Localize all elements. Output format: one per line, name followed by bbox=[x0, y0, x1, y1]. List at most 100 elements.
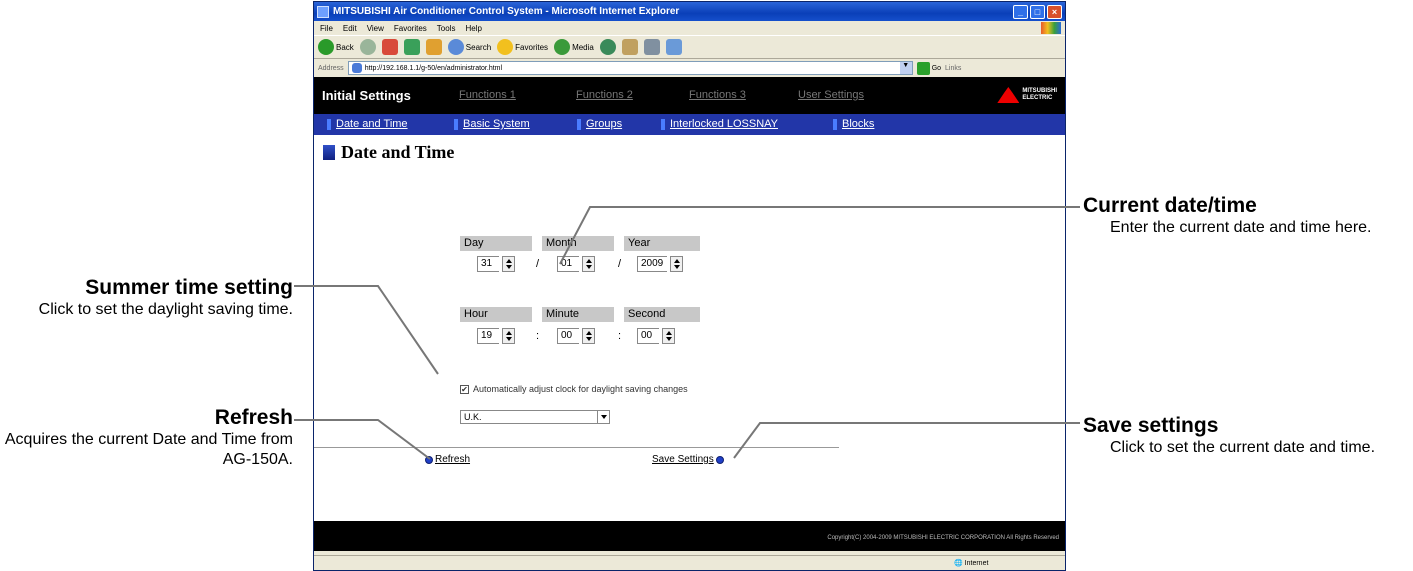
callout-description: Enter the current date and time here. bbox=[1110, 219, 1372, 236]
refresh-link[interactable]: Refresh bbox=[425, 454, 470, 465]
minute-stepper[interactable]: 00 bbox=[557, 328, 595, 344]
main-nav: Initial Settings Functions 1 Functions 2… bbox=[314, 77, 1065, 114]
callout-description: Click to set the daylight saving time. bbox=[38, 301, 293, 318]
subtab-basic-system[interactable]: Basic System bbox=[454, 118, 530, 130]
go-button[interactable]: Go bbox=[916, 61, 941, 75]
save-settings-link[interactable]: Save Settings bbox=[652, 454, 724, 465]
month-value[interactable]: 01 bbox=[557, 256, 579, 272]
favorites-button[interactable]: Favorites bbox=[497, 39, 548, 55]
callout-summer-time: Summer time setting Click to set the day… bbox=[0, 276, 293, 320]
copyright-footer: Copyright(C) 2004-2009 MITSUBISHI ELECTR… bbox=[314, 521, 1065, 551]
edit-button[interactable] bbox=[665, 39, 682, 55]
day-stepper[interactable]: 31 bbox=[477, 256, 515, 272]
spinner-icon[interactable] bbox=[662, 328, 675, 344]
dst-checkbox-row[interactable]: ✔ Automatically adjust clock for dayligh… bbox=[460, 384, 688, 394]
dst-region-select[interactable]: U.K. bbox=[460, 410, 610, 424]
subtab-blocks[interactable]: Blocks bbox=[833, 118, 874, 130]
tab-functions-1[interactable]: Functions 1 bbox=[459, 89, 516, 101]
spinner-icon[interactable] bbox=[582, 256, 595, 272]
callout-title: Summer time setting bbox=[85, 276, 293, 299]
stop-button[interactable] bbox=[381, 39, 398, 55]
callout-title: Refresh bbox=[214, 406, 293, 429]
spinner-icon[interactable] bbox=[670, 256, 683, 272]
dst-region-value: U.K. bbox=[464, 412, 482, 422]
page-icon bbox=[351, 63, 362, 73]
media-button[interactable]: Media bbox=[554, 39, 594, 55]
hour-header: Hour bbox=[460, 307, 532, 322]
chevron-down-icon[interactable]: ▼ bbox=[899, 62, 912, 74]
dst-checkbox[interactable]: ✔ bbox=[460, 384, 469, 394]
dst-label: Automatically adjust clock for daylight … bbox=[473, 384, 688, 394]
minute-value[interactable]: 00 bbox=[557, 328, 579, 344]
day-header: Day bbox=[460, 236, 532, 251]
subtab-groups[interactable]: Groups bbox=[577, 118, 622, 130]
close-button[interactable]: × bbox=[1047, 4, 1062, 19]
mail-button[interactable] bbox=[621, 39, 638, 55]
callout-title: Save settings bbox=[1083, 414, 1219, 437]
hour-stepper[interactable]: 19 bbox=[477, 328, 515, 344]
sub-nav: Date and Time Basic System Groups Interl… bbox=[314, 114, 1065, 135]
menu-edit[interactable]: Edit bbox=[343, 24, 357, 33]
spinner-icon[interactable] bbox=[582, 328, 595, 344]
address-label: Address bbox=[318, 64, 344, 72]
menu-file[interactable]: File bbox=[320, 24, 333, 33]
tab-functions-3[interactable]: Functions 3 bbox=[689, 89, 746, 101]
menu-help[interactable]: Help bbox=[465, 24, 481, 33]
menu-tools[interactable]: Tools bbox=[437, 24, 456, 33]
internet-zone: 🌐 Internet bbox=[954, 560, 989, 567]
search-button[interactable]: Search bbox=[447, 39, 491, 55]
day-value[interactable]: 31 bbox=[477, 256, 499, 272]
title-square-icon bbox=[323, 145, 335, 160]
tab-initial-settings[interactable]: Initial Settings bbox=[322, 88, 458, 103]
month-header: Month bbox=[542, 236, 614, 251]
ie-icon bbox=[317, 5, 329, 18]
month-stepper[interactable]: 01 bbox=[557, 256, 595, 272]
year-header: Year bbox=[624, 236, 700, 251]
status-bar: 🌐 Internet bbox=[314, 555, 1065, 570]
time-separator: : bbox=[536, 330, 540, 342]
bullet-icon bbox=[715, 455, 724, 464]
browser-window: MITSUBISHI Air Conditioner Control Syste… bbox=[313, 1, 1066, 571]
bullet-icon bbox=[425, 455, 433, 464]
page-title: Date and Time bbox=[323, 142, 1065, 163]
spinner-icon[interactable] bbox=[502, 256, 515, 272]
time-separator: : bbox=[618, 330, 622, 342]
hour-value[interactable]: 19 bbox=[477, 328, 499, 344]
callout-description: Click to set the current date and time. bbox=[1110, 439, 1376, 456]
menu-view[interactable]: View bbox=[367, 24, 384, 33]
windows-logo-icon bbox=[1041, 22, 1061, 34]
date-separator: / bbox=[618, 258, 622, 270]
tab-user-settings[interactable]: User Settings bbox=[798, 89, 864, 101]
spinner-icon[interactable] bbox=[502, 328, 515, 344]
url-text: http://192.168.1.1/g-50/en/administrator… bbox=[364, 64, 503, 72]
minute-header: Minute bbox=[542, 307, 614, 322]
refresh-browser-button[interactable] bbox=[403, 39, 420, 55]
subtab-date-and-time[interactable]: Date and Time bbox=[327, 118, 408, 130]
subtab-interlocked-lossnay[interactable]: Interlocked LOSSNAY bbox=[661, 118, 778, 130]
print-button[interactable] bbox=[643, 39, 660, 55]
callout-title: Current date/time bbox=[1083, 194, 1257, 217]
media-icon bbox=[554, 39, 571, 55]
links-button[interactable]: Links bbox=[945, 65, 961, 72]
maximize-button[interactable]: □ bbox=[1030, 4, 1045, 19]
callout-description: Acquires the current Date and Time from … bbox=[4, 431, 293, 468]
back-button[interactable]: Back bbox=[318, 39, 354, 55]
tab-functions-2[interactable]: Functions 2 bbox=[576, 89, 633, 101]
year-value[interactable]: 2009 bbox=[637, 256, 667, 272]
address-bar: Address http://192.168.1.1/g-50/en/admin… bbox=[314, 59, 1065, 77]
divider bbox=[314, 447, 839, 448]
minimize-button[interactable]: _ bbox=[1013, 4, 1028, 19]
back-arrow-icon bbox=[318, 39, 334, 55]
web-page: Initial Settings Functions 1 Functions 2… bbox=[314, 77, 1065, 551]
second-stepper[interactable]: 00 bbox=[637, 328, 675, 344]
second-value[interactable]: 00 bbox=[637, 328, 659, 344]
year-stepper[interactable]: 2009 bbox=[637, 256, 683, 272]
callout-current-datetime: Current date/time Enter the current date… bbox=[1083, 194, 1401, 238]
home-button[interactable] bbox=[425, 39, 442, 55]
mitsubishi-logo: MITSUBISHI ELECTRIC bbox=[997, 87, 1057, 103]
history-button[interactable] bbox=[599, 39, 616, 55]
forward-button[interactable] bbox=[359, 39, 376, 55]
address-input[interactable]: http://192.168.1.1/g-50/en/administrator… bbox=[347, 61, 913, 75]
chevron-down-icon[interactable] bbox=[597, 411, 609, 423]
menu-favorites[interactable]: Favorites bbox=[394, 24, 427, 33]
